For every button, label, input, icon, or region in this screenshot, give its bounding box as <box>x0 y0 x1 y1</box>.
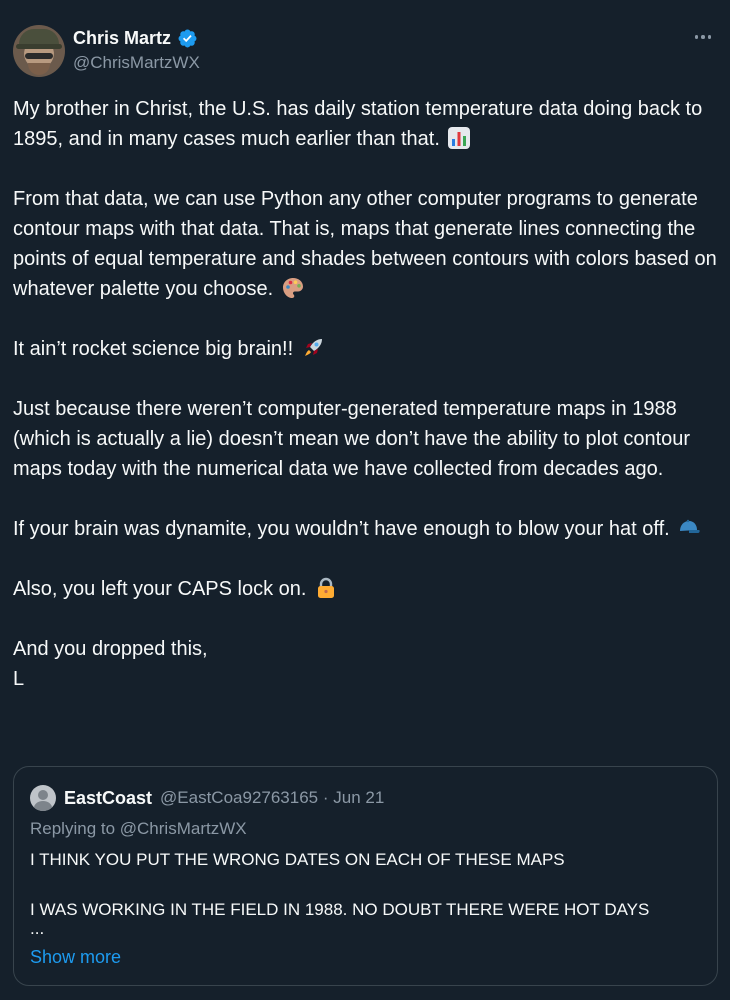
avatar-beard <box>28 63 50 75</box>
rocket-emoji-icon <box>301 336 325 360</box>
avatar-cap-brim <box>16 44 62 49</box>
avatar-sunglasses <box>25 53 53 59</box>
quoted-tweet[interactable]: EastCoast @EastCoa92763165 · Jun 21 Repl… <box>13 766 718 986</box>
author-handle[interactable]: @ChrisMartzWX <box>73 53 200 73</box>
tweet-paragraph: If your brain was dynamite, you wouldn’t… <box>13 514 718 544</box>
tweet-paragraph: My brother in Christ, the U.S. has daily… <box>13 98 703 150</box>
author-display-name[interactable]: Chris Martz <box>73 28 171 49</box>
author-avatar[interactable] <box>13 25 65 77</box>
quoted-author-avatar[interactable] <box>30 785 56 811</box>
tweet-paragraph: From that data, we can use Python any ot… <box>13 188 717 300</box>
replying-to: Replying to @ChrisMartzWX <box>30 819 247 838</box>
cap-emoji-icon <box>677 516 701 540</box>
quoted-line-ellipsis: ... <box>30 919 45 938</box>
tweet-paragraph: And you dropped this, <box>13 638 208 660</box>
quoted-author-name[interactable]: EastCoast <box>64 788 152 809</box>
quoted-tweet-text: I THINK YOU PUT THE WRONG DATES ON EACH … <box>30 847 710 938</box>
quoted-tweet-header: EastCoast @EastCoa92763165 · Jun 21 <box>30 785 384 811</box>
show-more-link[interactable]: Show more <box>30 947 121 968</box>
verified-badge-icon[interactable] <box>177 28 198 49</box>
tweet-paragraph: L <box>13 668 25 690</box>
tweet-paragraph: It ain’t rocket science big brain!! <box>13 334 718 364</box>
quoted-line: I THINK YOU PUT THE WRONG DATES ON EACH … <box>30 850 565 869</box>
lock-emoji-icon <box>314 576 338 600</box>
quoted-author-meta: @EastCoa92763165 · Jun 21 <box>160 788 385 807</box>
quoted-line: I WAS WORKING IN THE FIELD IN 1988. NO D… <box>30 900 650 919</box>
tweet: Chris Martz @ChrisMartzWX My brother in … <box>0 0 730 1000</box>
tweet-paragraph: Also, you left your CAPS lock on. <box>13 574 718 604</box>
tweet-paragraph: Just because there weren’t computer-gene… <box>13 398 691 480</box>
bar-chart-emoji-icon <box>447 126 471 150</box>
author-name-row: Chris Martz <box>73 28 198 49</box>
artist-palette-emoji-icon <box>281 276 305 300</box>
more-options-icon[interactable] <box>690 26 716 48</box>
tweet-text: My brother in Christ, the U.S. has daily… <box>13 94 718 694</box>
